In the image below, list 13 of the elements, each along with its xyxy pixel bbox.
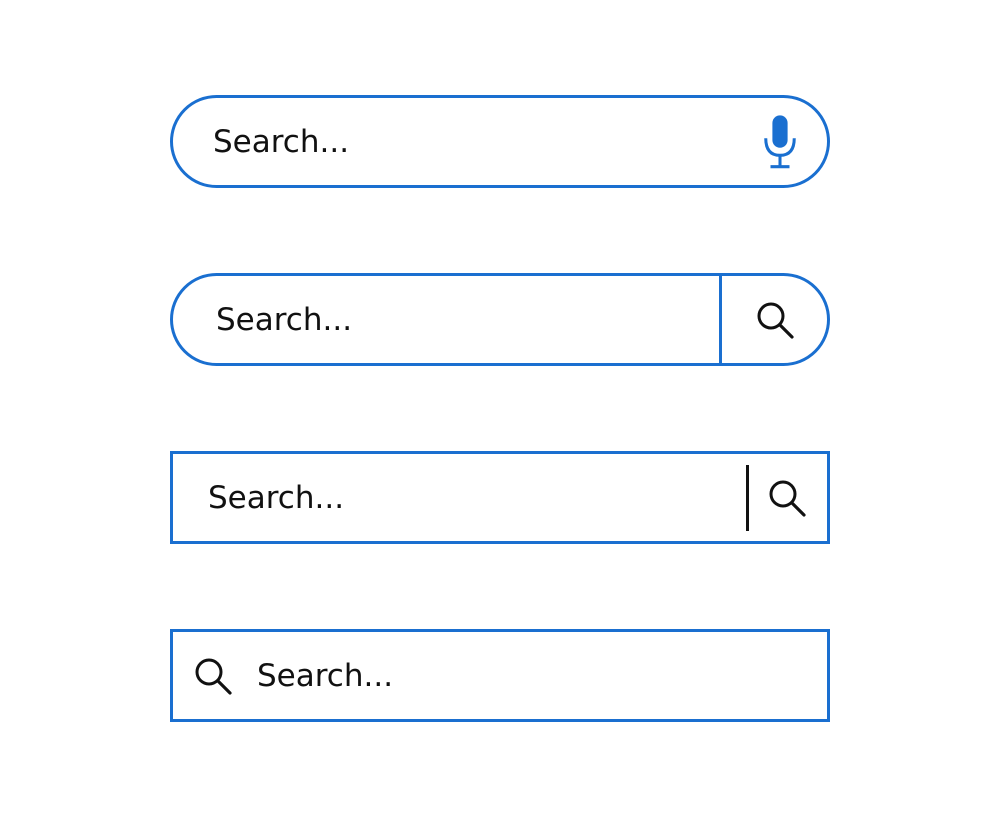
search-input[interactable]: Search... [216,290,719,350]
search-input[interactable]: Search... [208,468,746,528]
search-icon [754,300,794,340]
microphone-icon [761,112,799,170]
search-field[interactable]: Search... [170,273,830,366]
text-cursor [746,464,749,530]
search-field[interactable]: Search... [170,629,830,722]
search-icon [193,656,233,696]
search-input[interactable]: Search... [257,646,827,706]
search-input[interactable]: Search... [213,112,761,172]
search-field[interactable]: Search... [170,95,830,188]
search-icon [767,478,807,518]
search-field[interactable]: Search... [170,451,830,544]
